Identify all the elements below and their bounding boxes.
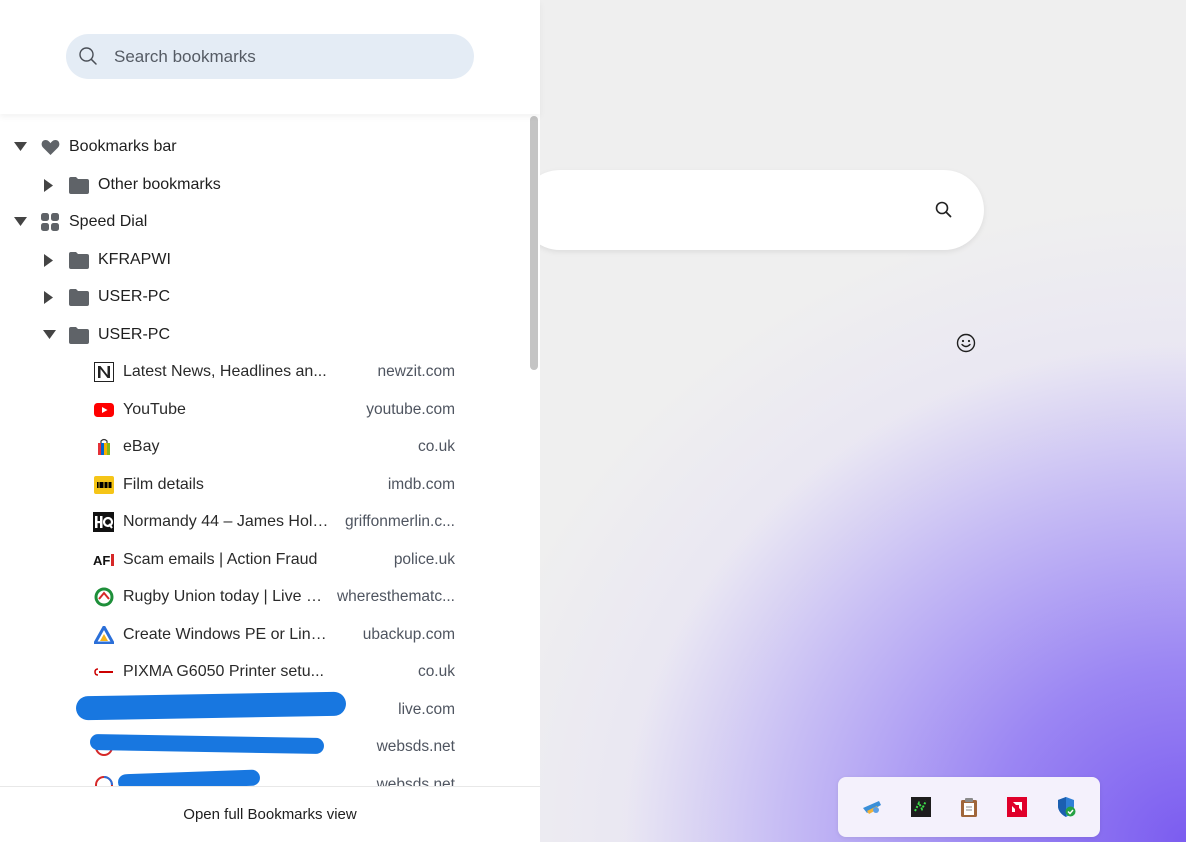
smiley-icon[interactable] [955,332,977,354]
bookmarks-panel-header [0,0,540,114]
youtube-favicon [93,400,114,421]
bookmark-domain: wheresthematc... [336,588,455,605]
bookmark-domain: co.uk [417,663,455,680]
bookmark-item[interactable]: PIXMA G6050 Printer setu... co.uk [93,654,455,690]
grid-icon [40,213,60,231]
hq-favicon [93,512,114,533]
collapse-arrow-icon[interactable] [13,140,27,154]
tree-item-label: Bookmarks bar [69,138,177,155]
ubackup-favicon [93,625,114,646]
bookmark-item[interactable]: eBay co.uk [93,429,455,465]
clipboard-icon[interactable] [957,795,981,819]
bookmarks-panel: Bookmarks bar Other bookmarks Spe [0,0,540,842]
canon-favicon [93,662,114,683]
bookmark-domain: newzit.com [377,363,455,380]
tree-item-folder[interactable]: USER-PC [42,279,170,315]
bookmark-domain: ubackup.com [362,626,455,643]
bookmark-domain: youtube.com [366,401,455,418]
bookmark-title: PIXMA G6050 Printer setu... [123,663,324,680]
newzit-favicon [93,362,114,383]
amd-icon[interactable] [1005,795,1029,819]
bookmark-search-box[interactable] [66,34,474,79]
bookmarks-panel-footer: Open full Bookmarks view [0,786,540,842]
app-icon-1[interactable] [860,795,884,819]
bookmarks-scrollbar[interactable] [528,114,540,786]
open-full-bookmarks-link[interactable]: Open full Bookmarks view [183,806,356,823]
bookmark-domain: griffonmerlin.c... [345,513,455,530]
bookmark-title: Normandy 44 – James Holl... [123,513,329,530]
websds-favicon [93,775,114,786]
start-page-background [540,0,1188,842]
tree-item-other-bookmarks[interactable]: Other bookmarks [42,167,221,203]
tree-item-label: KFRAPWI [98,251,171,268]
bookmark-item[interactable]: YouTube youtube.com [93,392,455,428]
collapse-arrow-icon[interactable] [42,328,56,342]
bookmark-domain: co.uk [417,438,455,455]
tree-item-speed-dial[interactable]: Speed Dial [13,204,147,240]
imdb-favicon [93,475,114,496]
bookmark-domain: websds.net [376,776,455,786]
folder-icon [69,326,89,344]
bookmark-item[interactable]: Latest News, Headlines an... newzit.com [93,354,455,390]
tree-item-label: USER-PC [98,288,171,305]
folder-icon [69,288,89,306]
bookmark-title: Scam emails | Action Fraud [123,551,318,568]
tree-item-bookmarks-bar[interactable]: Bookmarks bar [13,129,177,165]
heart-icon [40,138,60,156]
expand-arrow-icon[interactable] [42,253,56,267]
bookmark-search-input[interactable] [114,34,464,79]
redaction-mark [75,691,347,721]
tree-item-label: Other bookmarks [98,176,221,193]
taskbar-tray [838,777,1100,837]
wheresthematch-favicon [93,587,114,608]
search-icon[interactable] [934,200,954,220]
tree-item-folder[interactable]: USER-PC [42,317,170,353]
folder-icon [69,251,89,269]
bookmark-title: Latest News, Headlines an... [123,363,327,380]
search-icon [79,47,97,65]
collapse-arrow-icon[interactable] [13,215,27,229]
bookmark-item[interactable]: Normandy 44 – James Holl... griffonmerli… [93,504,455,540]
bookmark-title: Create Windows PE or Linu... [123,626,329,643]
bookmark-item[interactable]: Film details imdb.com [93,467,455,503]
bookmark-title: Film details [123,476,204,493]
app-icon-2[interactable] [909,795,933,819]
expand-arrow-icon[interactable] [42,290,56,304]
tree-item-label: Speed Dial [69,213,148,230]
tree-item-folder[interactable]: KFRAPWI [42,242,171,278]
svg-text:AF: AF [93,553,110,567]
start-page-search-box[interactable] [540,170,984,250]
folder-icon [69,176,89,194]
ebay-favicon [93,437,114,458]
bookmark-item[interactable]: Rugby Union today | Live R... wheresthem… [93,579,455,615]
bookmark-title: YouTube [123,401,186,418]
bookmark-domain: live.com [398,701,455,718]
expand-arrow-icon[interactable] [42,178,56,192]
bookmark-title: eBay [123,438,160,455]
security-shield-icon[interactable] [1054,795,1078,819]
bookmark-domain: websds.net [376,738,455,755]
bookmark-domain: imdb.com [387,476,455,493]
scrollbar-thumb[interactable] [530,116,538,370]
bookmark-item[interactable]: Create Windows PE or Linu... ubackup.com [93,617,455,653]
tree-item-label: USER-PC [98,326,171,343]
bookmark-domain: police.uk [393,551,455,568]
action-fraud-favicon: AF [93,550,114,571]
bookmark-title: Rugby Union today | Live R... [123,588,329,605]
bookmarks-tree: Bookmarks bar Other bookmarks Speed Dial… [0,114,528,786]
bookmark-item[interactable]: AF Scam emails | Action Fraud police.uk [93,542,455,578]
